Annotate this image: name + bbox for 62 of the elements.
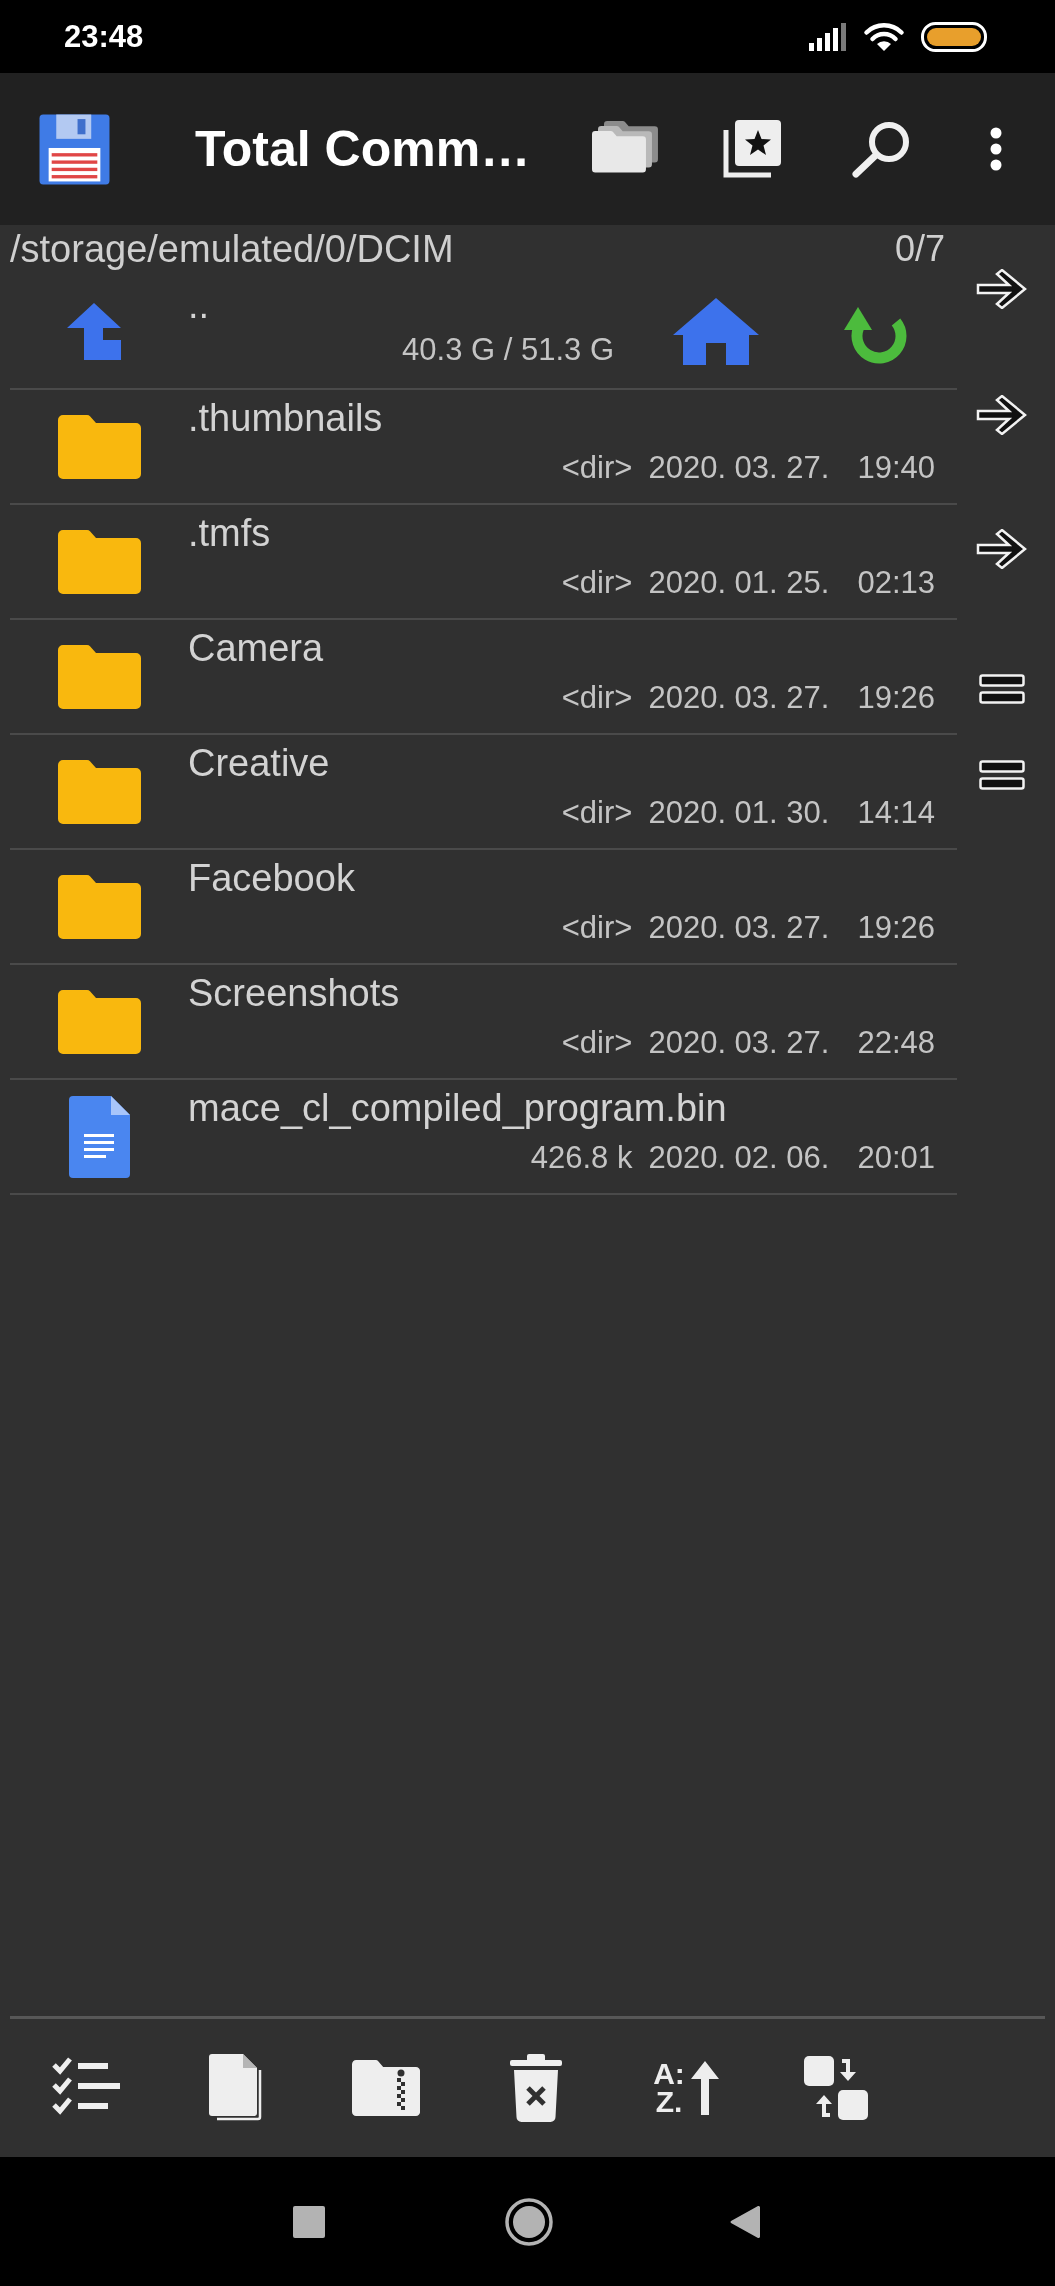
file-size: <dir> [561, 680, 633, 716]
folder-icon [57, 759, 141, 824]
file-name: .thumbnails [188, 396, 383, 440]
modified-time: 02:13 [857, 565, 935, 601]
file-size: <dir> [561, 1025, 633, 1061]
folder-icon [57, 529, 141, 594]
zip-folder-icon[interactable] [352, 2060, 420, 2116]
file-name: Facebook [188, 856, 355, 900]
modified-time: 19:40 [857, 450, 935, 486]
file-name: Creative [188, 741, 330, 785]
double-bar-icon[interactable] [979, 760, 1025, 790]
modified-date: 2020. 01. 25. [648, 565, 830, 601]
bookmark-star-icon[interactable] [723, 120, 781, 178]
modified-time: 14:14 [857, 795, 935, 831]
signal-icon [809, 22, 849, 51]
modified-date: 2020. 03. 27. [648, 910, 830, 946]
double-bar-icon[interactable] [979, 674, 1025, 704]
file-size: <dir> [561, 910, 633, 946]
arrow-right-icon[interactable] [976, 269, 1028, 309]
file-name: mace_cl_compiled_program.bin [188, 1086, 727, 1130]
folder-icon [57, 644, 141, 709]
up-level-icon[interactable] [67, 303, 121, 360]
sort-button[interactable]: A: Z. [653, 2060, 719, 2116]
file-size: 426.8 k [530, 1140, 633, 1176]
back-icon[interactable] [729, 2203, 760, 2240]
file-name: Camera [188, 626, 324, 670]
copy-icon[interactable] [209, 2054, 263, 2122]
file-name: Screenshots [188, 971, 400, 1015]
modified-date: 2020. 01. 30. [648, 795, 830, 831]
folder-icon [57, 414, 141, 479]
modified-time: 22:48 [857, 1025, 935, 1061]
modified-time: 19:26 [857, 910, 935, 946]
home-icon[interactable] [505, 2197, 553, 2246]
document-icon [68, 1095, 130, 1178]
modified-date: 2020. 03. 27. [648, 680, 830, 716]
swap-icon[interactable] [804, 2056, 868, 2120]
modified-time: 19:26 [857, 680, 935, 716]
app-title: Total Comm… [195, 120, 531, 178]
modified-date: 2020. 02. 06. [648, 1140, 830, 1176]
arrow-right-icon[interactable] [976, 395, 1028, 435]
current-path: /storage/emulated/0/DCIM [10, 227, 454, 271]
file-size: <dir> [561, 450, 633, 486]
selection-count: 0/7 [894, 227, 945, 271]
recent-apps-icon[interactable] [293, 2205, 325, 2238]
more-menu-icon[interactable] [989, 127, 1003, 171]
search-icon[interactable] [851, 120, 912, 178]
file-size: <dir> [561, 565, 633, 601]
parent-folder-entry[interactable]: .. [188, 283, 210, 327]
folder-icon [57, 874, 141, 939]
storage-usage: 40.3 G / 51.3 G [402, 332, 614, 368]
clock-time: 23:48 [64, 18, 144, 55]
modified-date: 2020. 03. 27. [648, 1025, 830, 1061]
arrow-right-icon[interactable] [976, 529, 1028, 569]
wifi-icon [863, 21, 905, 52]
modified-date: 2020. 03. 27. [648, 450, 830, 486]
delete-icon[interactable] [510, 2054, 562, 2122]
battery-icon [921, 21, 987, 52]
modified-time: 20:01 [857, 1140, 935, 1176]
file-size: <dir> [561, 795, 633, 831]
arrow-up-icon [690, 2061, 719, 2115]
file-name: .tmfs [188, 511, 271, 555]
folder-icon [57, 989, 141, 1054]
